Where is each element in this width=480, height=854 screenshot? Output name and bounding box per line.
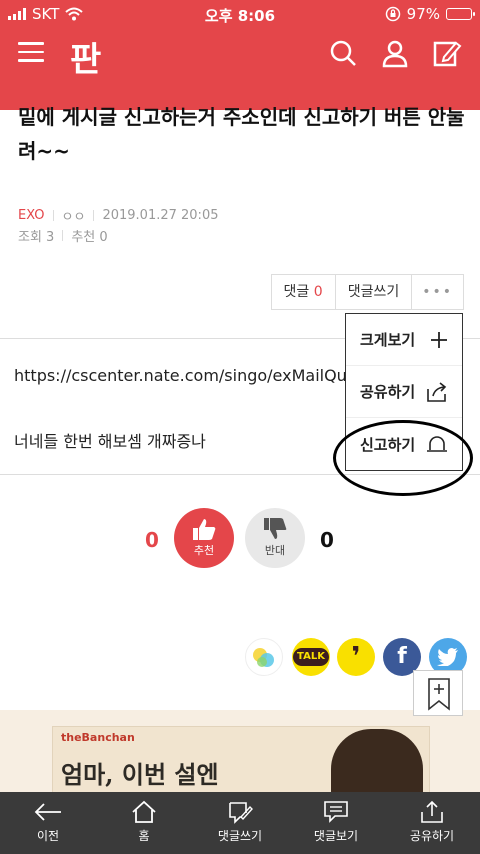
app-logo[interactable]: 판	[70, 32, 101, 81]
post-actions: 댓글 0 댓글쓰기 •••	[270, 274, 464, 310]
write-comment-button[interactable]: 댓글쓰기	[336, 275, 413, 309]
upvote-label: 추천	[193, 544, 215, 557]
tab-label: 댓글보기	[313, 829, 359, 843]
tab-back[interactable]: 이전	[0, 792, 96, 854]
status-bar: SKT 오후 8:06 97%	[0, 0, 480, 28]
home-icon	[132, 800, 156, 823]
bottom-tab-bar: 이전 홈 댓글쓰기 댓글보기 공유하기	[0, 792, 480, 854]
bookmark-add-icon	[428, 678, 450, 711]
thumbs-up-icon	[193, 519, 216, 540]
post-meta: EXO ㅇㅇ 2019.01.27 20:05 조회 3 추천 0	[18, 205, 218, 245]
downvote-button[interactable]: 반대	[245, 508, 305, 568]
post-category[interactable]: EXO	[18, 208, 45, 223]
hand-drawn-circle	[333, 420, 473, 496]
menu-item-enlarge[interactable]: 크게보기	[346, 314, 462, 366]
tab-label: 이전	[36, 829, 60, 843]
share-upload-icon	[421, 800, 443, 823]
facebook-icon: f	[397, 644, 407, 669]
tab-home[interactable]: 홈	[96, 792, 192, 854]
upvote-count: 0	[145, 528, 159, 552]
comments-count: 0	[313, 284, 323, 300]
tab-label: 홈	[138, 829, 150, 843]
divider	[52, 209, 54, 221]
tab-label: 공유하기	[409, 829, 455, 843]
downvote-label: 반대	[264, 544, 286, 557]
tab-write-comment[interactable]: 댓글쓰기	[192, 792, 288, 854]
tab-label: 댓글쓰기	[217, 829, 263, 843]
comments-icon	[324, 801, 348, 823]
share-kakaotalk-button[interactable]: TALK	[292, 638, 330, 676]
ad-copy: 엄마, 이번 설엔	[61, 760, 219, 789]
tab-view-comments[interactable]: 댓글보기	[288, 792, 384, 854]
divider	[93, 209, 95, 221]
post-views: 조회 3	[18, 229, 55, 245]
user-icon[interactable]	[380, 38, 410, 68]
write-comment-icon	[229, 802, 253, 824]
share-kakaostory-button[interactable]: ❜	[337, 638, 375, 676]
ad-banner[interactable]: theBanchan 엄마, 이번 설엔	[0, 710, 480, 792]
post-datetime: 2019.01.27 20:05	[102, 207, 219, 223]
app-header: 판	[0, 28, 480, 80]
downvote-count: 0	[320, 528, 334, 552]
bookmark-button[interactable]	[413, 670, 463, 716]
post-recommends: 추천 0	[71, 229, 108, 245]
rotation-lock-icon	[385, 6, 400, 22]
top-bar: SKT 오후 8:06 97% 판	[0, 0, 480, 110]
more-button[interactable]: •••	[412, 275, 463, 309]
write-icon[interactable]	[432, 38, 462, 68]
share-band-button[interactable]	[245, 638, 283, 676]
post-title: 밑에 게시글 신고하는거 주소인데 신고하기 버튼 안눌려~~	[18, 105, 465, 163]
menu-item-share[interactable]: 공유하기	[346, 366, 462, 418]
battery-percent: 97%	[406, 5, 440, 23]
post-url-text[interactable]: https://cscenter.nate.com/singo/exMailQu…	[14, 366, 346, 385]
comments-label: 댓글	[283, 284, 310, 300]
twitter-icon	[437, 648, 458, 667]
battery-icon	[446, 8, 475, 20]
menu-icon[interactable]	[18, 42, 44, 62]
ad-brand: theBanchan	[61, 731, 135, 744]
comments-button[interactable]: 댓글 0	[272, 275, 336, 309]
band-icon	[253, 648, 274, 667]
search-icon[interactable]	[328, 38, 358, 68]
ad-creative: theBanchan 엄마, 이번 설엔	[52, 726, 430, 792]
tab-share[interactable]: 공유하기	[384, 792, 480, 854]
kakaotalk-icon: TALK	[293, 648, 329, 666]
post-body-text: 너네들 한번 해보셈 개짜증나	[14, 432, 206, 451]
plus-icon	[431, 331, 447, 348]
arrow-left-icon	[34, 803, 61, 821]
post-author: ㅇㅇ	[61, 209, 86, 225]
ad-food-image	[331, 729, 423, 792]
thumbs-down-icon	[264, 518, 287, 539]
share-icon	[427, 381, 447, 402]
divider	[62, 229, 64, 241]
menu-item-label: 공유하기	[360, 383, 416, 401]
upvote-button[interactable]: 추천	[174, 508, 234, 568]
kakaostory-icon: ❜	[351, 642, 361, 672]
menu-item-label: 크게보기	[360, 331, 416, 349]
